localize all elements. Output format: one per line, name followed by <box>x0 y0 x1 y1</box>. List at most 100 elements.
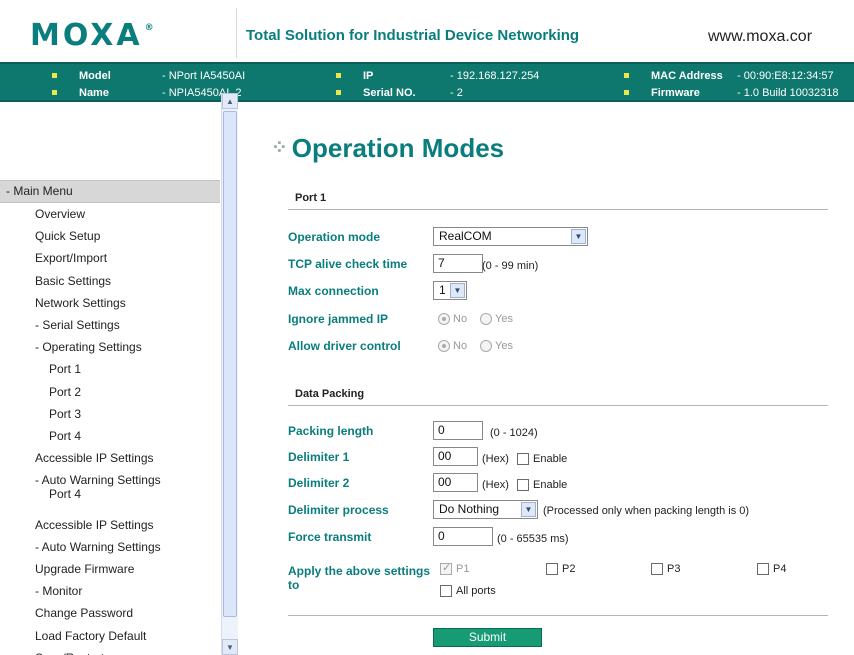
delimiter2-enable-label: Enable <box>533 479 568 491</box>
allow-driver-no-label: No <box>453 340 468 352</box>
logo-text: MOXA <box>30 18 143 53</box>
p3-label: P3 <box>667 563 681 575</box>
scrollbar-thumb[interactable] <box>223 111 237 617</box>
ignore-jammed-label: Ignore jammed IP <box>288 312 389 326</box>
delimiter1-enable-checkbox[interactable] <box>517 453 529 465</box>
info-model-value: - NPort IA5450AI <box>162 70 246 82</box>
all-ports-label: All ports <box>456 585 496 597</box>
chevron-down-icon: ▼ <box>521 502 536 517</box>
sidebar-item[interactable]: Change Password <box>35 606 133 620</box>
tagline: Total Solution for Industrial Device Net… <box>246 27 580 44</box>
delimiter-process-hint: (Processed only when packing length is 0… <box>543 505 750 517</box>
sidebar-item[interactable]: Quick Setup <box>35 229 100 243</box>
delimiter1-hex-hint: (Hex) <box>482 453 509 465</box>
info-serial: Serial NO. - 2 <box>336 85 463 102</box>
allow-driver-yes-label: Yes <box>495 340 513 352</box>
info-model: Model - NPort IA5450AI <box>52 68 245 85</box>
p2-checkbox[interactable] <box>546 563 558 575</box>
sidebar-item[interactable]: - Monitor <box>35 584 82 598</box>
sidebar-item[interactable]: - Serial Settings <box>35 318 120 332</box>
sidebar-item[interactable]: - Operating Settings <box>35 340 142 354</box>
form-divider <box>288 615 828 616</box>
all-ports-checkbox[interactable] <box>440 585 452 597</box>
max-connection-label: Max connection <box>288 284 379 298</box>
force-transmit-input[interactable]: 0 <box>433 527 493 546</box>
section-data-packing: Data Packing <box>288 388 828 406</box>
section-port: Port 1 <box>288 192 828 210</box>
sidebar-item[interactable]: Basic Settings <box>35 274 111 288</box>
allow-driver-no-radio[interactable] <box>438 340 450 352</box>
max-connection-select[interactable]: 1 ▼ <box>433 281 467 300</box>
sidebar-item[interactable]: Save/Restart <box>35 651 104 655</box>
force-transmit-label: Force transmit <box>288 530 372 544</box>
bullet-icon <box>52 72 57 78</box>
registered-mark: ® <box>144 23 154 33</box>
p1-label: P1 <box>456 563 470 575</box>
header-divider <box>236 8 237 58</box>
p1-checkbox[interactable] <box>440 561 452 575</box>
delimiter1-label: Delimiter 1 <box>288 450 350 464</box>
bullet-icon <box>336 72 341 78</box>
tcp-alive-label: TCP alive check time <box>288 257 408 271</box>
info-firmware: Firmware - 1.0 Build 10032318 <box>624 85 839 102</box>
sidebar-item[interactable]: Port 3 <box>49 407 81 421</box>
p4-checkbox[interactable] <box>757 563 769 575</box>
sidebar-item[interactable]: Export/Import <box>35 251 107 265</box>
sidebar-scrollbar[interactable]: ▲ ▼ <box>221 93 238 655</box>
tcp-alive-input[interactable]: 7 <box>433 254 483 273</box>
sidebar-item[interactable]: Port 2 <box>49 385 81 399</box>
sidebar-item[interactable]: Port 4 <box>49 429 81 443</box>
info-ip: IP - 192.168.127.254 <box>336 68 539 85</box>
sidebar-item[interactable]: - Auto Warning Settings <box>35 540 161 554</box>
allow-driver-label: Allow driver control <box>288 339 401 353</box>
delimiter1-enable-label: Enable <box>533 453 568 465</box>
submit-button[interactable]: Submit <box>433 628 542 647</box>
moxa-logo: MOXA ® <box>30 18 154 53</box>
title-dots-icon: ⁘ <box>271 137 288 159</box>
sidebar-item[interactable]: Load Factory Default <box>35 629 146 643</box>
apply-settings-label: Apply the above settings to <box>288 564 431 592</box>
ignore-jammed-yes-label: Yes <box>495 313 513 325</box>
website-link[interactable]: www.moxa.cor <box>708 28 812 46</box>
delimiter1-input[interactable]: 00 <box>433 447 478 466</box>
operation-mode-select[interactable]: RealCOM ▼ <box>433 227 588 246</box>
packing-length-label: Packing length <box>288 424 374 438</box>
info-mac-value: - 00:90:E8:12:34:57 <box>737 70 834 82</box>
sidebar-item[interactable]: Upgrade Firmware <box>35 562 134 576</box>
bullet-icon <box>336 89 341 95</box>
main-menu-header[interactable]: - Main Menu <box>0 180 220 203</box>
packing-length-hint: (0 - 1024) <box>490 427 538 439</box>
packing-length-input[interactable]: 0 <box>433 421 483 440</box>
ignore-jammed-no-radio[interactable] <box>438 313 450 325</box>
sidebar-item[interactable]: Port 1 <box>49 362 81 376</box>
info-serial-value: - 2 <box>450 87 463 99</box>
sidebar-item[interactable]: - Auto Warning Settings <box>35 473 161 487</box>
bullet-icon <box>624 89 629 95</box>
chevron-down-icon: ▼ <box>571 229 586 244</box>
scroll-up-icon[interactable]: ▲ <box>222 93 238 109</box>
allow-driver-yes-radio[interactable] <box>480 340 492 352</box>
p4-label: P4 <box>773 563 787 575</box>
info-name: Name - NPIA5450AI_2 <box>52 85 242 102</box>
scroll-down-icon[interactable]: ▼ <box>222 639 238 655</box>
ignore-jammed-yes-radio[interactable] <box>480 313 492 325</box>
operation-mode-label: Operation mode <box>288 230 381 244</box>
bullet-icon <box>624 72 629 78</box>
p3-checkbox[interactable] <box>651 563 663 575</box>
delimiter2-input[interactable]: 00 <box>433 473 478 492</box>
force-transmit-hint: (0 - 65535 ms) <box>497 533 569 545</box>
delimiter2-hex-hint: (Hex) <box>482 479 509 491</box>
info-firmware-value: - 1.0 Build 10032318 <box>737 87 839 99</box>
device-info-bar: Model - NPort IA5450AI Name - NPIA5450AI… <box>0 62 854 102</box>
delimiter2-enable-checkbox[interactable] <box>517 479 529 491</box>
sidebar-item[interactable]: Overview <box>35 207 85 221</box>
ignore-jammed-no-label: No <box>453 313 468 325</box>
tcp-alive-hint: (0 - 99 min) <box>482 260 539 272</box>
sidebar-item[interactable]: Accessible IP Settings <box>35 518 154 532</box>
sidebar-item[interactable]: Port 4 <box>49 487 81 501</box>
sidebar-item[interactable]: Accessible IP Settings <box>35 451 154 465</box>
delimiter-process-select[interactable]: Do Nothing ▼ <box>433 500 538 519</box>
info-mac: MAC Address - 00:90:E8:12:34:57 <box>624 68 834 85</box>
sidebar-item[interactable]: Network Settings <box>35 296 126 310</box>
delimiter2-label: Delimiter 2 <box>288 476 350 490</box>
